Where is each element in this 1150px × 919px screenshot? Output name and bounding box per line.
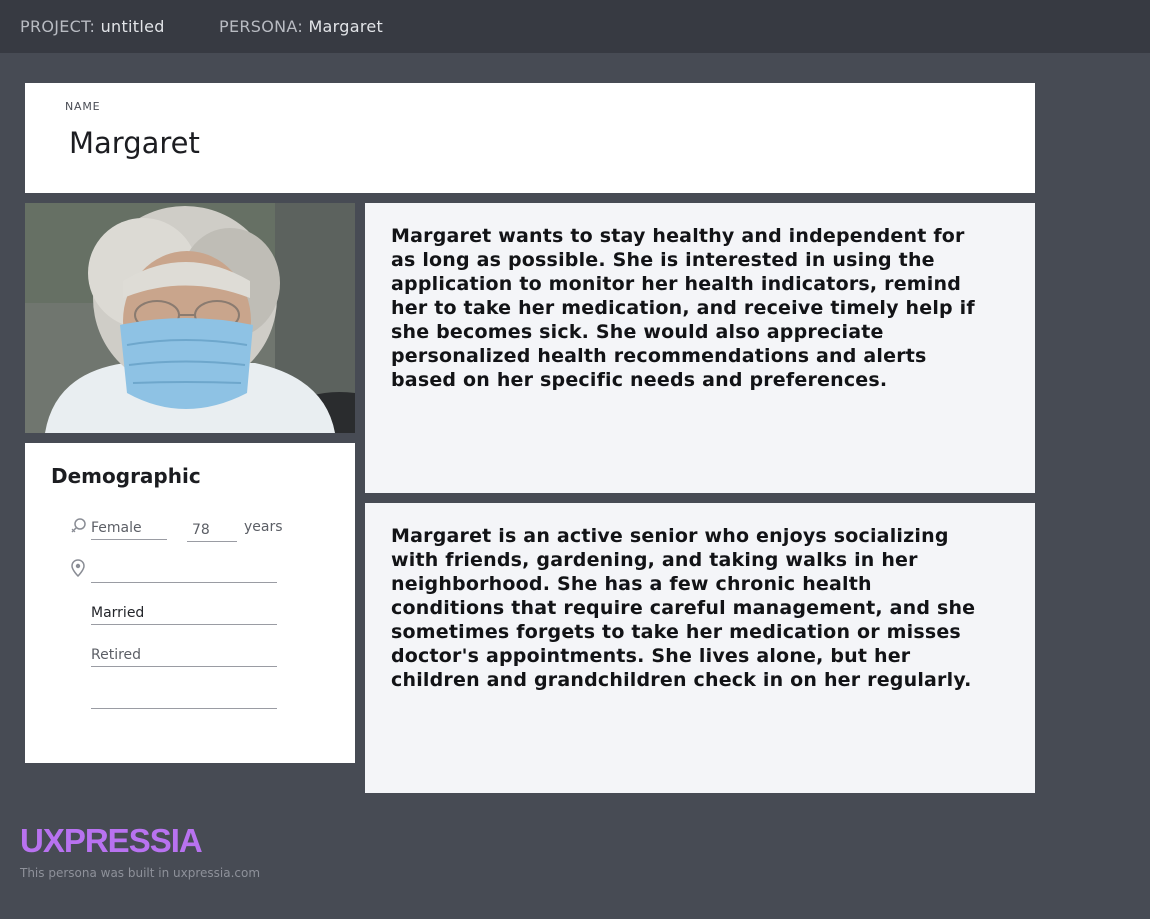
marital-status-field[interactable]: Married — [91, 601, 277, 625]
project-indicator[interactable]: PROJECT: untitled — [20, 17, 165, 36]
project-name: untitled — [100, 17, 165, 36]
goals-card[interactable]: Margaret wants to stay healthy and indep… — [365, 203, 1035, 493]
age-unit: years — [244, 519, 283, 535]
persona-photo[interactable] — [25, 203, 355, 433]
uxpressia-logo[interactable]: UXPRESSIA — [20, 822, 203, 860]
age-field[interactable]: 78 — [187, 518, 237, 542]
project-key: PROJECT: — [20, 17, 96, 36]
gender-icon — [70, 517, 88, 539]
demographic-card: Demographic Female 78 years Married Reti… — [25, 443, 355, 763]
bio-text: Margaret is an active senior who enjoys … — [391, 525, 976, 691]
persona-name: Margaret — [308, 17, 384, 36]
top-bar: PROJECT: untitled PERSONA: Margaret — [0, 0, 1150, 53]
bio-card[interactable]: Margaret is an active senior who enjoys … — [365, 503, 1035, 793]
footer-note: This persona was built in uxpressia.com — [20, 866, 261, 880]
location-pin-icon — [71, 559, 85, 581]
demographic-title: Demographic — [51, 464, 201, 488]
gender-field[interactable]: Female — [91, 516, 167, 540]
persona-name-field[interactable]: Margaret — [69, 126, 200, 160]
name-card: NAME Margaret — [25, 83, 1035, 193]
persona-photo-image — [25, 203, 355, 433]
goals-text: Margaret wants to stay healthy and indep… — [391, 225, 975, 391]
persona-indicator[interactable]: PERSONA: Margaret — [219, 17, 383, 36]
occupation-field[interactable]: Retired — [91, 643, 277, 667]
extra-field[interactable] — [91, 685, 277, 709]
location-field[interactable] — [91, 559, 277, 583]
persona-key: PERSONA: — [219, 17, 304, 36]
name-label: NAME — [65, 100, 101, 113]
